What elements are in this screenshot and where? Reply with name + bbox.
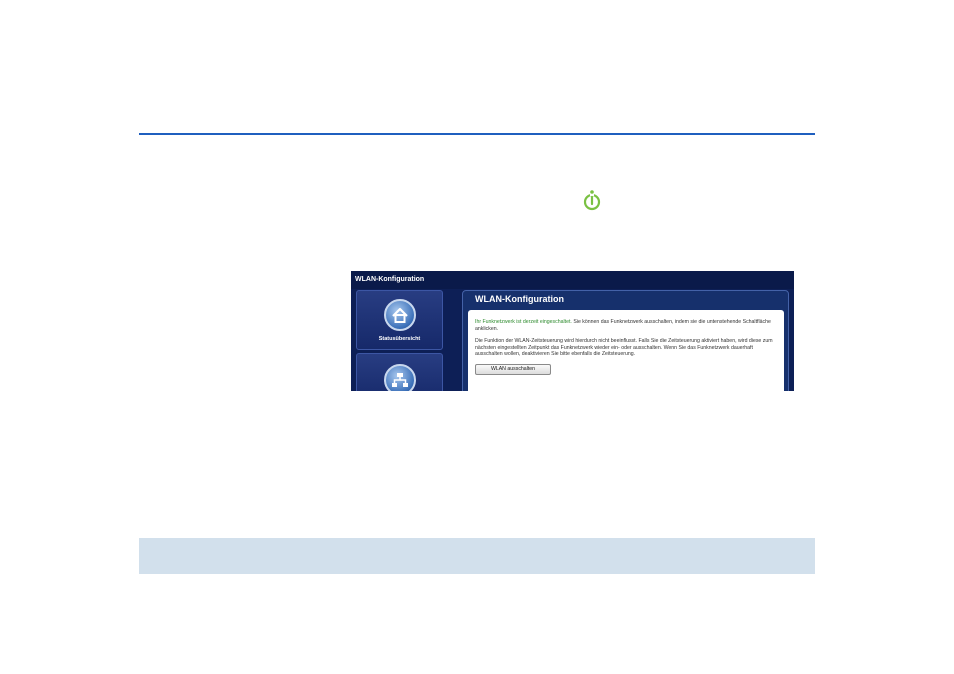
router-ui-screenshot: WLAN-Konfiguration Statusübersicht WLAN-… [351,271,794,391]
sidebar-item-statusuebersicht[interactable]: Statusübersicht [356,290,443,350]
wlan-off-button[interactable]: WLAN ausschalten [475,363,551,375]
sidebar-item-network[interactable] [356,353,443,391]
wlan-config-panel: WLAN-Konfiguration Ihr Funknetzwerk ist … [462,290,789,391]
home-icon [384,299,416,331]
status-text: Ihr Funknetzwerk ist derzeit eingeschalt… [475,319,572,325]
header-rule [139,133,815,135]
sidebar-item-label: Statusübersicht [378,336,421,342]
footer-band [139,538,815,574]
panel-title: WLAN-Konfiguration [475,294,564,304]
status-paragraph: Ihr Funknetzwerk ist derzeit eingeschalt… [475,319,777,332]
network-icon [384,364,416,391]
panel-body: Ihr Funknetzwerk ist derzeit eingeschalt… [468,310,784,391]
power-icon [583,190,601,211]
screenshot-header-title: WLAN-Konfiguration [351,271,794,289]
info-paragraph: Die Funktion der WLAN-Zeitsteuerung wird… [475,338,773,358]
